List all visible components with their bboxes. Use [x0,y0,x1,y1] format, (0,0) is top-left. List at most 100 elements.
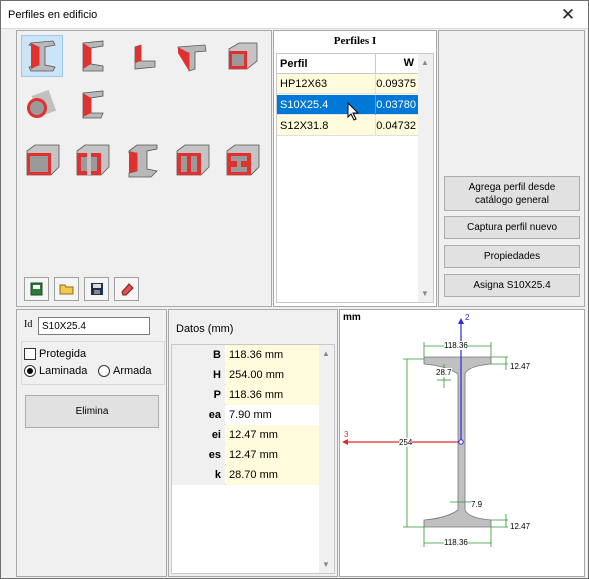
cross-section-icon [226,144,260,176]
dim-top-flange: 12.47 [510,362,531,371]
id-label: Id [24,319,33,330]
double-box-icon [26,144,60,176]
assign-profile-button[interactable]: Asigna S10X25.4 [444,274,580,297]
capture-new-profile-button[interactable]: Captura perfil nuevo [444,216,580,239]
mouse-cursor-icon [347,102,360,121]
new-button[interactable] [24,277,49,301]
datos-key: es [172,445,225,465]
scroll-up-icon[interactable]: ▲ [322,349,330,358]
open-button[interactable] [54,277,79,301]
axis-3-label: 3 [344,430,349,439]
datos-value: 12.47 mm [226,425,320,445]
scroll-down-icon[interactable]: ▼ [421,289,429,298]
cell-w: 0.04732 [375,116,419,136]
tee-shape-button[interactable] [171,35,213,77]
i-beam-shape-button[interactable] [21,35,63,77]
datos-row[interactable]: k 28.70 mm [172,465,320,485]
grid-row[interactable]: HP12X63 0.09375 [277,74,419,94]
datos-key: B [172,345,225,365]
save-button[interactable] [84,277,109,301]
dim-bottom-width: 118.36 [444,538,468,547]
angle-shape-button[interactable] [121,35,163,77]
close-button[interactable]: ✕ [548,1,588,29]
datos-key: P [172,385,225,405]
new-icon [30,282,42,296]
datos-value: 118.36 mm [226,345,320,365]
datos-key: k [172,465,225,485]
datos-panel: Datos (mm) B 118.36 mm H 254.00 mm P 118… [168,309,338,577]
radio-icon[interactable] [98,365,110,377]
datos-row[interactable]: P 118.36 mm [172,385,320,405]
channel-icon [82,40,104,72]
properties-button[interactable]: Propiedades [444,245,580,268]
elimina-button[interactable]: Elimina [25,395,159,428]
double-channel-icon [176,144,210,176]
datos-header: Datos (mm) [176,323,234,335]
built-up-i-shape-button[interactable] [71,139,113,181]
eraser-icon [120,283,134,296]
datos-row[interactable]: H 254.00 mm [172,365,320,385]
perfiles-window: Perfiles en edificio ✕ Perfiles I Perfil… [0,0,589,579]
datos-row[interactable]: es 12.47 mm [172,445,320,465]
profiles-panel: Perfiles I Perfil W HP12X63 0.09375 S10X… [273,30,437,307]
dim-top-width: 118.36 [444,341,468,350]
double-box-shape-button[interactable] [21,139,63,181]
title-bar: Perfiles en edificio ✕ [1,1,588,29]
datos-key: ei [172,425,225,445]
armada-label: Armada [113,365,152,377]
datos-row[interactable]: ea 7.90 mm [172,405,320,425]
zee-shape-button[interactable] [71,83,113,125]
checkbox-icon[interactable] [24,348,36,360]
add-from-catalog-button[interactable]: Agrega perfil desde catálogo general [444,176,580,211]
save-icon [90,283,103,295]
section-drawing-panel: mm 2 3 118.36 28.7 12.47 254 7.9 12.47 1… [339,309,585,577]
plate-girder-shape-button[interactable] [121,139,163,181]
datos-value: 28.70 mm [226,465,320,485]
cross-shape-button[interactable] [221,139,263,181]
open-folder-icon [59,284,73,295]
datos-key: H [172,365,225,385]
grid-header: Perfil W [277,54,419,74]
box-tube-icon [228,42,258,70]
box-shape-button[interactable] [221,35,263,77]
laminada-radio[interactable]: Laminada [24,365,87,377]
axis-2-label: 2 [465,313,470,322]
erase-button[interactable] [114,277,139,301]
datos-value: 254.00 mm [226,365,320,385]
datos-value: 7.90 mm [226,405,320,425]
built-up-i-icon [76,144,110,176]
channel-shape-button[interactable] [71,35,113,77]
double-channel-shape-button[interactable] [171,139,213,181]
column-header-w[interactable]: W [375,54,417,73]
scroll-up-icon[interactable]: ▲ [421,58,429,67]
profile-options-panel: Id Protegida Laminada Armada Elimina [16,309,167,577]
tee-icon [177,44,207,72]
cell-perfil: HP12X63 [280,78,328,90]
datos-row[interactable]: ei 12.47 mm [172,425,320,445]
id-input[interactable] [38,317,150,335]
grid-scrollbar[interactable]: ▲ ▼ [418,54,433,302]
scroll-down-icon[interactable]: ▼ [322,560,330,569]
actions-panel: Agrega perfil desde catálogo general Cap… [438,30,585,307]
datos-value: 118.36 mm [226,385,320,405]
datos-grid: B 118.36 mm H 254.00 mm P 118.36 mm ea 7… [171,344,335,574]
radio-selected-icon[interactable] [24,365,36,377]
pipe-shape-button[interactable] [21,83,63,125]
armada-radio[interactable]: Armada [98,365,152,377]
shape-selector-panel [16,30,272,307]
dim-k: 28.7 [436,368,452,377]
dim-bottom-flange: 12.47 [510,522,531,531]
profiles-grid-title: Perfiles I [333,35,377,47]
protegida-checkbox[interactable]: Protegida [24,348,86,360]
datos-row[interactable]: B 118.36 mm [172,345,320,365]
angle-icon [134,44,156,70]
protegida-label: Protegida [39,348,87,360]
column-header-perfil[interactable]: Perfil [280,58,308,70]
datos-scrollbar[interactable]: ▲ ▼ [319,345,334,573]
cell-perfil: S12X31.8 [280,120,329,132]
i-beam-icon [28,40,56,72]
window-title: Perfiles en edificio [8,9,98,21]
zee-icon [82,90,104,119]
cell-perfil: S10X25.4 [280,99,329,111]
datos-key: ea [172,405,225,425]
